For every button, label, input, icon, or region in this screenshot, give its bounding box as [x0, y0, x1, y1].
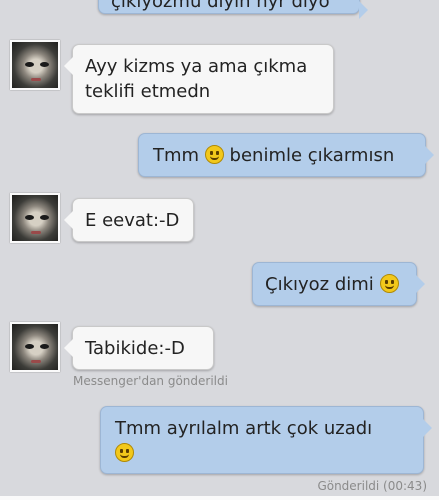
- message-status: Gönderildi (00:43): [317, 479, 427, 493]
- smiley-icon: [115, 443, 134, 462]
- outgoing-message-bubble[interactable]: Tmm benimle çıkarmısn: [138, 133, 434, 177]
- contact-avatar[interactable]: [10, 193, 60, 243]
- message-text: E eevat:-D: [85, 210, 180, 231]
- incoming-message-bubble[interactable]: Tabikide:-D: [64, 326, 214, 370]
- incoming-message-bubble[interactable]: E eevat:-D: [64, 198, 194, 242]
- contact-avatar[interactable]: [10, 322, 60, 372]
- message-text: benimle çıkarmısn: [229, 145, 395, 166]
- smiley-icon: [379, 274, 399, 293]
- message-text: Çıkıyoz dimi: [265, 274, 374, 295]
- divider: [0, 496, 439, 500]
- message-text: Tmm ayrılalm artk çok uzadı: [115, 418, 373, 439]
- incoming-message-bubble[interactable]: Ayy kizms ya ama çıkma teklifi etmedn: [64, 44, 334, 114]
- outgoing-message-bubble[interactable]: Tmm ayrılalm artk çok uzadı: [100, 406, 432, 474]
- outgoing-message-bubble[interactable]: çıkıyozmu diyin hyr diyo: [98, 0, 368, 19]
- outgoing-message-bubble[interactable]: Çıkıyoz dimi: [252, 262, 425, 306]
- message-text-line: Ayy kizms ya ama çıkma: [85, 56, 308, 77]
- message-status: Messenger'dan gönderildi: [73, 374, 228, 388]
- smiley-icon: [204, 145, 224, 164]
- contact-avatar[interactable]: [10, 40, 60, 90]
- message-text: Tmm: [153, 145, 200, 166]
- message-text: Tabikide:-D: [85, 338, 185, 359]
- message-text: çıkıyozmu diyin hyr diyo: [111, 0, 330, 12]
- message-text-line: teklifi etmedn: [85, 81, 211, 102]
